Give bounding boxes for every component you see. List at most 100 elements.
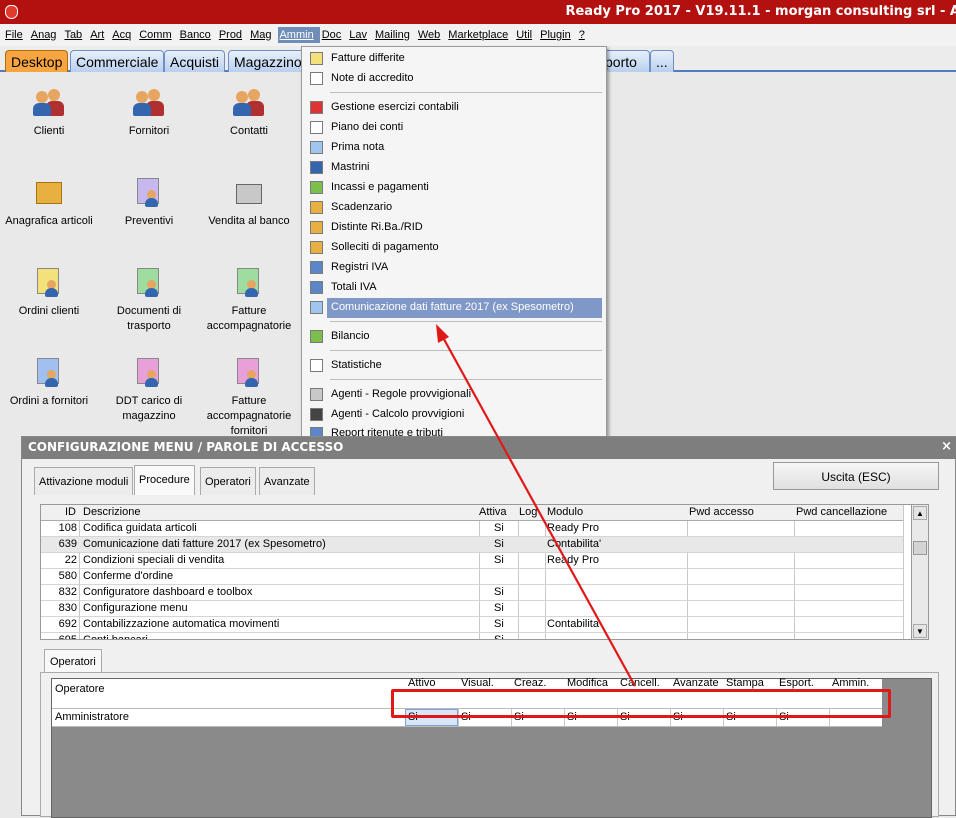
menu-acq[interactable]: Acq [111, 27, 137, 43]
table-cell: 22 [64, 554, 77, 566]
menu-anag[interactable]: Anag [30, 27, 63, 43]
table-row[interactable]: 695 Conti bancari Si [41, 633, 903, 640]
column-header-ammin-[interactable]: Ammin. [832, 677, 869, 689]
column-header-operatore[interactable]: Operatore [55, 683, 105, 695]
menu-banco[interactable]: Banco [179, 27, 217, 43]
desktop-icon-documenti-di[interactable]: Documenti di trasporto [104, 260, 194, 334]
desktop-icon-fatture[interactable]: Fatture accompagnatorie fornitori [204, 350, 294, 439]
menu-marketplace[interactable]: Marketplace [447, 27, 514, 43]
app-logo-icon[interactable] [5, 5, 18, 19]
desktop-icon-fornitori[interactable]: Fornitori [104, 80, 194, 139]
tab-more[interactable]: ... [650, 50, 674, 72]
menu-comm[interactable]: Comm [138, 27, 177, 43]
column-header-attiva[interactable]: Attiva [479, 506, 507, 518]
menu-item-piano-dei-conti[interactable]: Piano dei conti [302, 118, 606, 138]
tab-desktop[interactable]: Desktop [5, 50, 69, 72]
column-header-stampa[interactable]: Stampa [726, 677, 764, 689]
tab-acquisti[interactable]: Acquisti [164, 50, 226, 72]
tab-magazzino[interactable]: Magazzino [228, 50, 308, 72]
column-header-visual-[interactable]: Visual. [461, 677, 494, 689]
menu-prod[interactable]: Prod [218, 27, 248, 43]
desktop-icon-ordini-clienti[interactable]: Ordini clienti [4, 260, 94, 319]
table-cell: Conferme d'ordine [83, 570, 174, 582]
table-row[interactable]: 22 Condizioni speciali di vendita Si Ready … [41, 553, 903, 569]
menu-item-bilancio[interactable]: Bilancio [302, 327, 606, 347]
desktop-icon-fatture[interactable]: Fatture accompagnatorie [204, 260, 294, 334]
menu-item-distinte-ri-ba-rid[interactable]: Distinte Ri.Ba./RID [302, 218, 606, 238]
column-header-descrizione[interactable]: Descrizione [83, 506, 140, 518]
desktop-icon-preventivi[interactable]: Preventivi [104, 170, 194, 229]
menu-item-icon [310, 201, 323, 214]
menu-item-statistiche[interactable]: Statistiche [302, 356, 606, 376]
desktop-icon-ordini-a-fornitori[interactable]: Ordini a fornitori [4, 350, 94, 409]
menu-item-solleciti-di-pagamento[interactable]: Solleciti di pagamento [302, 238, 606, 258]
menu-plugin[interactable]: Plugin [539, 27, 577, 43]
menu-mag[interactable]: Mag [249, 27, 277, 43]
exit-button[interactable]: Uscita (ESC) [773, 462, 939, 490]
table-row[interactable]: 832 Configuratore dashboard e toolbox Si [41, 585, 903, 601]
menu-item-agenti-regole-provvigionali[interactable]: Agenti - Regole provvigionali [302, 385, 606, 405]
table-row[interactable]: 580 Conferme d'ordine [41, 569, 903, 585]
scroll-down-icon[interactable]: ▼ [913, 624, 927, 638]
procedures-scrollbar[interactable]: ▲ ▼ [911, 504, 929, 640]
column-header-esport-[interactable]: Esport. [779, 677, 814, 689]
menu-item-registri-iva[interactable]: Registri IVA [302, 258, 606, 278]
tab-commerciale[interactable]: Commerciale [70, 50, 165, 72]
column-header-pwd-accesso[interactable]: Pwd accesso [689, 506, 754, 518]
menu-item-prima-nota[interactable]: Prima nota [302, 138, 606, 158]
menu-item-agenti-calcolo-provvigioni[interactable]: Agenti - Calcolo provvigioni [302, 405, 606, 425]
column-header-avanzate[interactable]: Avanzate [673, 677, 719, 689]
menu-tab[interactable]: Tab [63, 27, 88, 43]
menu-doc[interactable]: Doc [321, 27, 348, 43]
table-row[interactable]: 692 Contabilizzazione automatica moviment… [41, 617, 903, 633]
desktop-icon-anagrafica-articoli[interactable]: Anagrafica articoli [4, 170, 94, 229]
desktop-icon-label: Clienti [33, 125, 65, 137]
menu-item-incassi-e-pagamenti[interactable]: Incassi e pagamenti [302, 178, 606, 198]
column-header-attivo[interactable]: Attivo [408, 677, 436, 689]
desktop-icon-clienti[interactable]: Clienti [4, 80, 94, 139]
supplier-order-icon [33, 358, 65, 388]
menu-lav[interactable]: Lav [348, 27, 373, 43]
tab-attivazione-moduli[interactable]: Attivazione moduli [34, 467, 134, 495]
menu-item-totali-iva[interactable]: Totali IVA [302, 278, 606, 298]
menu-util[interactable]: Util [515, 27, 538, 43]
table-cell[interactable]: Amministratore [55, 711, 129, 723]
table-row[interactable]: 108 Codifica guidata articoli Si Ready Pro [41, 521, 903, 537]
tab-operatori[interactable]: Operatori [200, 467, 256, 495]
clients-icon [33, 88, 65, 118]
desktop-icon-contatti[interactable]: Contatti [204, 80, 294, 139]
table-cell: 695 [58, 634, 77, 640]
menu-item-fatture-differite[interactable]: Fatture differite [302, 49, 606, 69]
desktop-icon-ddt-carico-di[interactable]: DDT carico di magazzino [104, 350, 194, 424]
column-header-cancell-[interactable]: Cancell. [620, 677, 660, 689]
menu-item-note-di-accredito[interactable]: Note di accredito [302, 69, 606, 89]
column-header-log[interactable]: Log [519, 506, 537, 518]
column-header-id[interactable]: ID [65, 506, 76, 518]
menu-item-icon [310, 359, 323, 372]
close-icon[interactable]: × [941, 439, 952, 454]
tab-operatori-panel[interactable]: Operatori [44, 649, 102, 673]
table-row[interactable]: 830 Configurazione menu Si [41, 601, 903, 617]
scroll-thumb[interactable] [913, 541, 927, 555]
tab-procedure[interactable]: Procedure [134, 465, 195, 495]
column-header-modulo[interactable]: Modulo [547, 506, 583, 518]
menu-item-mastrini[interactable]: Mastrini [302, 158, 606, 178]
column-header-modifica[interactable]: Modifica [567, 677, 608, 689]
menu-item-scadenzario[interactable]: Scadenzario [302, 198, 606, 218]
menu-mailing[interactable]: Mailing [374, 27, 416, 43]
desktop-icon-label: Preventivi [124, 215, 174, 227]
menu-item-comunicazione-dati-fatture-2017-ex-spesometro[interactable]: Comunicazione dati fatture 2017 (ex Spes… [310, 298, 602, 318]
column-header-pwd-cancellazione[interactable]: Pwd cancellazione [796, 506, 887, 518]
table-row[interactable]: 639 Comunicazione dati fatture 2017 (ex S… [41, 537, 903, 553]
tab-avanzate[interactable]: Avanzate [259, 467, 315, 495]
column-header-creaz-[interactable]: Creaz. [514, 677, 546, 689]
menu-web[interactable]: Web [417, 27, 446, 43]
menu-[interactable]: ? [578, 27, 591, 43]
menu-item-gestione-esercizi-contabili[interactable]: Gestione esercizi contabili [302, 98, 606, 118]
menu-ammin[interactable]: Ammin [278, 27, 320, 43]
menu-file[interactable]: File [4, 27, 29, 43]
menu-art[interactable]: Art [89, 27, 110, 43]
desktop-icon-vendita-al-banco[interactable]: Vendita al banco [204, 170, 294, 229]
ammin-dropdown-menu: Fatture differite Note di accredito Gestio… [301, 46, 607, 447]
scroll-up-icon[interactable]: ▲ [913, 506, 927, 520]
